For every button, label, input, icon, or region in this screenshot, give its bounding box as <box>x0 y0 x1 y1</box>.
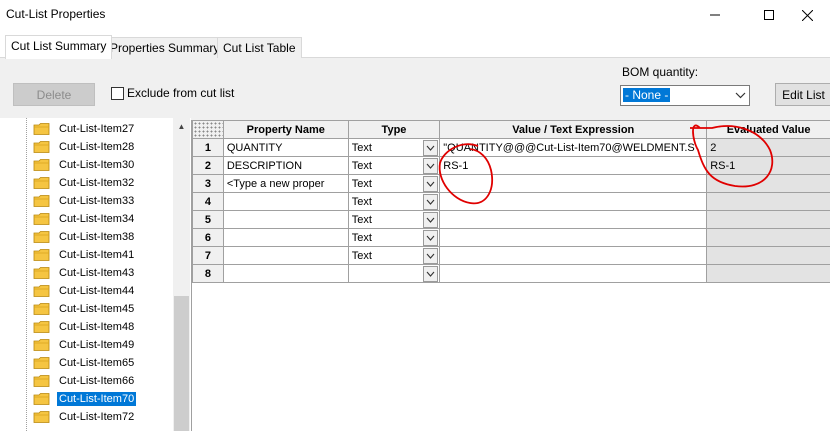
annotation-circle-evaluated <box>690 124 774 188</box>
tab-cut-list-summary[interactable]: Cut List Summary <box>5 35 113 59</box>
red-annotation-overlay <box>438 124 774 205</box>
annotation-circle-value <box>438 143 493 205</box>
